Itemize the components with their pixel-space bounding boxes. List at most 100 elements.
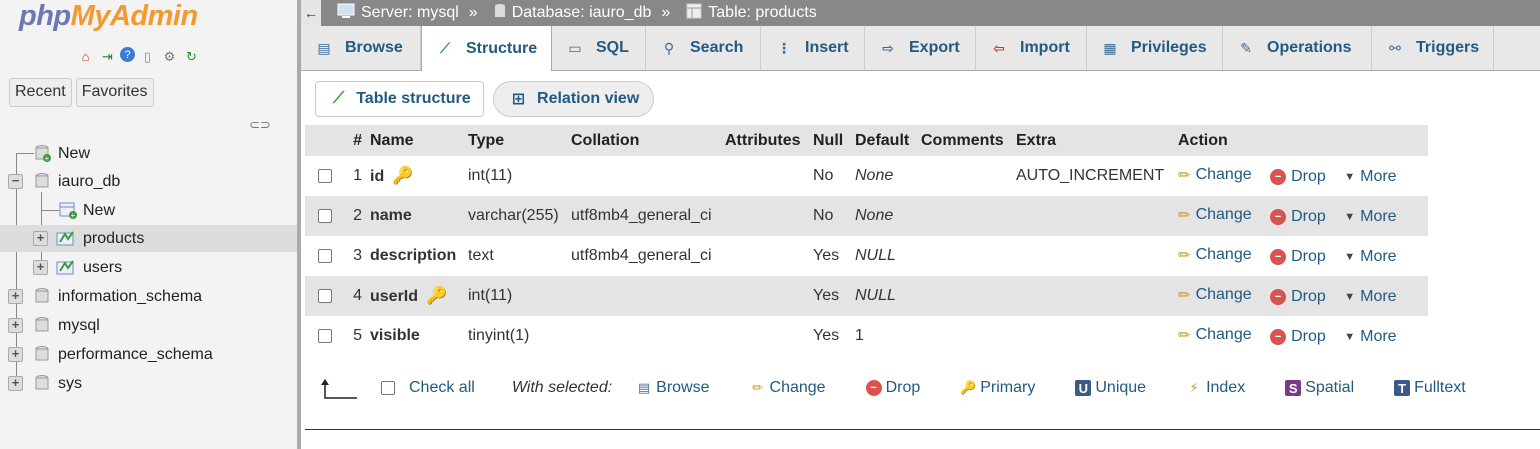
tab-sql[interactable]: ▭ SQL bbox=[552, 26, 646, 70]
tab-operations[interactable]: ✎ Operations bbox=[1223, 26, 1372, 70]
help-icon[interactable]: ? bbox=[120, 47, 135, 62]
link-with-main-icon[interactable]: ⊂⊃ bbox=[249, 117, 271, 133]
row-comments bbox=[917, 196, 1012, 236]
more-dropdown[interactable]: ▼ More bbox=[1344, 288, 1396, 306]
svg-text:+: + bbox=[71, 211, 76, 219]
more-dropdown[interactable]: ▼ More bbox=[1344, 248, 1396, 266]
tab-search[interactable]: ⚲ Search bbox=[646, 26, 761, 70]
header-extra[interactable]: Extra bbox=[1012, 125, 1174, 156]
bulk-primary-button[interactable]: 🔑 Primary bbox=[960, 379, 1035, 397]
tab-export[interactable]: ⇨ Export bbox=[865, 26, 976, 70]
row-attributes bbox=[721, 316, 809, 356]
more-dropdown[interactable]: ▼ More bbox=[1344, 168, 1396, 186]
breadcrumb-separator: » bbox=[468, 4, 478, 21]
row-num: 4 bbox=[344, 276, 366, 316]
change-link[interactable]: ✏ Change bbox=[1178, 206, 1252, 224]
breadcrumb-server[interactable]: Server: mysql bbox=[337, 3, 459, 24]
expand-icon[interactable]: + bbox=[8, 289, 23, 304]
check-all-checkbox[interactable] bbox=[381, 381, 395, 395]
search-icon: ⚲ bbox=[663, 39, 675, 56]
tree-item-new[interactable]: + New bbox=[0, 140, 297, 167]
docs-icon[interactable]: ▯ bbox=[138, 47, 157, 66]
expand-icon[interactable]: + bbox=[8, 318, 23, 333]
bulk-index-button[interactable]: ⚡ Index bbox=[1186, 379, 1245, 397]
row-type: int(11) bbox=[464, 276, 567, 316]
home-icon[interactable]: ⌂ bbox=[76, 47, 95, 66]
bulk-browse-button[interactable]: ▤ Browse bbox=[636, 379, 710, 397]
breadcrumb-table[interactable]: Table: products bbox=[686, 3, 817, 24]
header-null[interactable]: Null bbox=[809, 125, 851, 156]
favorites-button[interactable]: Favorites bbox=[75, 78, 154, 107]
table-structure-button[interactable]: ⟋ Table structure bbox=[315, 81, 484, 117]
tree-item-products[interactable]: + products bbox=[0, 225, 297, 252]
bulk-change-button[interactable]: ✏ Change bbox=[750, 379, 826, 397]
row-checkbox[interactable] bbox=[317, 248, 332, 263]
drop-link[interactable]: − Drop bbox=[1270, 208, 1326, 226]
change-link[interactable]: ✏ Change bbox=[1178, 326, 1252, 344]
collapse-icon[interactable]: − bbox=[8, 174, 23, 189]
header-attributes[interactable]: Attributes bbox=[721, 125, 809, 156]
drop-link[interactable]: − Drop bbox=[1270, 288, 1326, 306]
tab-insert[interactable]: ⋮ Insert bbox=[761, 26, 865, 70]
phpmyadmin-logo[interactable]: phpMyAdmin bbox=[19, 0, 198, 33]
header-num[interactable]: # bbox=[344, 125, 366, 156]
nav-icon-bar: ⌂ ⇥ ? ▯ ⚙ ↻ bbox=[76, 47, 201, 66]
table-row: 2 name varchar(255) utf8mb4_general_ci N… bbox=[305, 196, 1428, 236]
breadcrumb-database[interactable]: Database: iauro_db bbox=[494, 3, 651, 24]
row-collation: utf8mb4_general_ci bbox=[567, 236, 721, 276]
change-link[interactable]: ✏ Change bbox=[1178, 246, 1252, 264]
row-comments bbox=[917, 236, 1012, 276]
bulk-spatial-button[interactable]: S Spatial bbox=[1285, 379, 1354, 397]
header-type[interactable]: Type bbox=[464, 125, 567, 156]
row-actions: ✏ Change − Drop ▼ More bbox=[1174, 276, 1428, 316]
triangle-down-icon: ▼ bbox=[1344, 251, 1356, 263]
tab-browse[interactable]: ▤ Browse bbox=[301, 26, 421, 70]
tree-item-users[interactable]: + users bbox=[0, 254, 297, 281]
more-dropdown[interactable]: ▼ More bbox=[1344, 328, 1396, 346]
expand-icon[interactable]: + bbox=[8, 376, 23, 391]
database-icon bbox=[35, 317, 49, 333]
row-checkbox[interactable] bbox=[317, 168, 332, 183]
tree-item-information-schema[interactable]: + information_schema bbox=[0, 283, 297, 310]
header-collation[interactable]: Collation bbox=[567, 125, 721, 156]
tree-item-iauro-db[interactable]: − iauro_db bbox=[0, 168, 297, 195]
recent-button[interactable]: Recent bbox=[9, 78, 72, 107]
row-checkbox[interactable] bbox=[317, 288, 332, 303]
drop-link[interactable]: − Drop bbox=[1270, 248, 1326, 266]
change-link[interactable]: ✏ Change bbox=[1178, 286, 1252, 304]
tree-item-mysql[interactable]: + mysql bbox=[0, 312, 297, 339]
tree-item-performance-schema[interactable]: + performance_schema bbox=[0, 341, 297, 368]
row-checkbox[interactable] bbox=[317, 208, 332, 223]
row-checkbox[interactable] bbox=[317, 328, 332, 343]
reload-icon[interactable]: ↻ bbox=[182, 47, 201, 66]
tree-item-sys[interactable]: + sys bbox=[0, 370, 297, 397]
row-extra bbox=[1012, 316, 1174, 356]
change-link[interactable]: ✏ Change bbox=[1178, 166, 1252, 184]
bulk-unique-button[interactable]: U Unique bbox=[1075, 379, 1146, 397]
drop-link[interactable]: − Drop bbox=[1270, 168, 1326, 186]
tab-structure[interactable]: ⟋ Structure bbox=[421, 26, 552, 71]
header-comments[interactable]: Comments bbox=[917, 125, 1012, 156]
header-name[interactable]: Name bbox=[366, 125, 464, 156]
back-arrow-icon[interactable]: ← bbox=[301, 0, 321, 26]
tab-triggers[interactable]: ⚯ Triggers bbox=[1372, 26, 1494, 70]
drop-link[interactable]: − Drop bbox=[1270, 328, 1326, 346]
more-dropdown[interactable]: ▼ More bbox=[1344, 208, 1396, 226]
bulk-fulltext-button[interactable]: T Fulltext bbox=[1394, 379, 1466, 397]
bulk-drop-button[interactable]: − Drop bbox=[865, 379, 920, 397]
gear-icon[interactable]: ⚙ bbox=[160, 47, 179, 66]
expand-icon[interactable]: + bbox=[33, 231, 48, 246]
tab-import[interactable]: ⇦ Import bbox=[976, 26, 1087, 70]
header-default[interactable]: Default bbox=[851, 125, 917, 156]
row-null: Yes bbox=[809, 276, 851, 316]
row-type: int(11) bbox=[464, 156, 567, 196]
logout-icon[interactable]: ⇥ bbox=[98, 47, 117, 66]
tab-privileges[interactable]: ▦ Privileges bbox=[1087, 26, 1223, 70]
row-null: No bbox=[809, 196, 851, 236]
expand-icon[interactable]: + bbox=[8, 347, 23, 362]
expand-icon[interactable]: + bbox=[33, 260, 48, 275]
tree-item-new-table[interactable]: + New bbox=[0, 197, 297, 224]
relation-view-button[interactable]: ⊞ Relation view bbox=[492, 81, 655, 117]
triangle-down-icon: ▼ bbox=[1344, 211, 1356, 223]
check-all-link[interactable]: Check all bbox=[381, 379, 475, 397]
